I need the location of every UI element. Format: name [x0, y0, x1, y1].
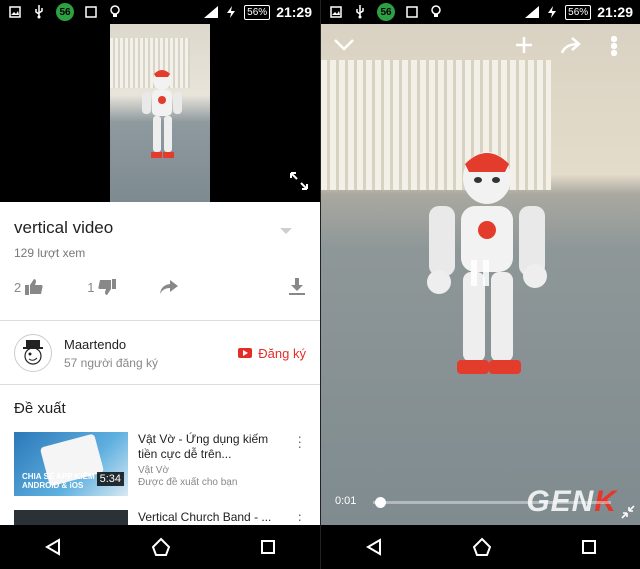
back-icon[interactable]	[365, 538, 383, 556]
share-icon[interactable]	[559, 36, 581, 54]
mini-video-player[interactable]	[0, 24, 320, 202]
youtube-logo-icon	[238, 348, 253, 358]
recommended-channel: Vật Vờ	[138, 465, 170, 476]
navigation-bar	[321, 525, 640, 569]
image-icon	[8, 5, 22, 19]
recommended-reason: Được đề xuất cho bạn	[138, 477, 238, 488]
status-bar: 56 56% 21:29	[0, 0, 320, 24]
clock: 21:29	[276, 4, 312, 20]
subscribe-button[interactable]: Đăng ký	[238, 346, 306, 361]
video-metadata: vertical video 129 lượt xem 2 1	[0, 202, 320, 320]
notification-badge: 56	[377, 3, 395, 21]
more-options-icon[interactable]: · ·	[297, 510, 302, 526]
dislike-button[interactable]: 1	[87, 279, 117, 295]
player-top-controls	[321, 36, 640, 60]
clock: 21:29	[597, 4, 633, 20]
dislike-count: 1	[87, 279, 95, 295]
seek-bar[interactable]: 0:01	[321, 493, 640, 513]
seek-track[interactable]	[373, 501, 611, 504]
video-duration: 5:34	[96, 472, 124, 486]
gallery-icon	[84, 5, 98, 19]
add-icon[interactable]	[515, 36, 533, 54]
current-time: 0:01	[335, 495, 357, 507]
recommended-heading: Đề xuất	[14, 400, 66, 417]
share-icon	[160, 280, 179, 294]
share-button[interactable]	[160, 280, 179, 294]
signal-icon	[204, 5, 219, 19]
like-count: 2	[14, 279, 22, 295]
gallery-icon	[405, 5, 419, 19]
video-actions: 2 1	[14, 274, 306, 300]
channel-name: Maartendo	[64, 336, 127, 352]
download-button[interactable]	[288, 278, 306, 296]
divider	[0, 384, 320, 385]
recents-icon[interactable]	[260, 539, 276, 555]
expand-icon[interactable]	[288, 170, 310, 192]
back-icon[interactable]	[44, 538, 62, 556]
battery-level: 56%	[244, 4, 271, 20]
signal-icon	[525, 5, 540, 19]
like-button[interactable]: 2	[14, 279, 43, 295]
right-screen: 56 56% 21:29 GENK 0:01	[320, 0, 640, 569]
bulb-icon	[108, 5, 122, 19]
avatar-image	[23, 340, 43, 365]
video-title: vertical video	[14, 218, 114, 237]
usb-icon	[32, 5, 46, 19]
thumbnail-caption: CHIA SẺ APP KIẾM ANDROID & iOS	[22, 472, 95, 490]
usb-icon	[353, 5, 367, 19]
view-count: 129 lượt xem	[14, 246, 86, 260]
navigation-bar	[0, 525, 320, 569]
video-thumbnail[interactable]	[14, 510, 128, 526]
status-bar: 56 56% 21:29	[321, 0, 640, 24]
recommended-title: Vertical Church Band - ...	[138, 510, 272, 524]
avatar[interactable]	[14, 334, 52, 372]
recommended-title: Vật Vờ - Ứng dụng kiếm tiền cực dễ trên.…	[138, 432, 269, 461]
video-thumbnail[interactable]: CHIA SẺ APP KIẾM ANDROID & iOS 5:34	[14, 432, 128, 496]
home-icon[interactable]	[472, 537, 492, 557]
channel-row[interactable]: Maartendo 57 người đăng ký Đăng ký	[0, 322, 320, 384]
pause-icon	[471, 260, 477, 286]
charging-icon	[545, 5, 559, 19]
thumbs-up-icon	[25, 279, 43, 295]
collapse-icon[interactable]	[621, 505, 635, 519]
thumbs-down-icon	[98, 279, 117, 295]
notification-badge: 56	[56, 3, 74, 21]
recommended-item[interactable]: Vertical Church Band - ... · ·	[14, 510, 314, 526]
subscribe-label: Đăng ký	[258, 345, 306, 361]
chevron-down-icon[interactable]	[280, 228, 292, 234]
divider	[0, 320, 320, 321]
subscriber-count: 57 người đăng ký	[64, 355, 158, 370]
more-options-icon[interactable]	[611, 36, 617, 56]
pause-button[interactable]	[469, 260, 493, 286]
download-icon	[289, 278, 305, 295]
recommended-item[interactable]: CHIA SẺ APP KIẾM ANDROID & iOS 5:34 Vật …	[14, 429, 314, 498]
battery-level: 56%	[565, 4, 592, 20]
charging-icon	[224, 5, 238, 19]
more-options-icon[interactable]: · · ·	[297, 429, 302, 453]
image-icon	[329, 5, 343, 19]
seek-handle[interactable]	[375, 497, 387, 508]
bulb-icon	[429, 5, 443, 19]
left-screen: 56 56% 21:29 vertical video 129 lượt xem…	[0, 0, 320, 569]
fullscreen-video-player[interactable]: GENK 0:01	[321, 24, 640, 525]
chevron-down-icon[interactable]	[333, 38, 355, 52]
robot-figure	[142, 70, 182, 158]
home-icon[interactable]	[151, 537, 171, 557]
video-frame	[110, 24, 210, 202]
recents-icon[interactable]	[581, 539, 597, 555]
